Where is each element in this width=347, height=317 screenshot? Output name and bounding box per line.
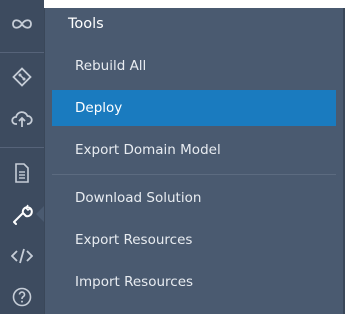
menu-divider [52,174,336,175]
menu-item-export-domain-model[interactable]: Export Domain Model [52,132,336,168]
side-rail [0,0,44,314]
help-icon[interactable] [0,277,44,317]
tools-menu: Tools Rebuild All Deploy Export Domain M… [44,8,345,314]
cloud-upload-icon[interactable] [0,99,44,139]
menu-title: Tools [68,16,104,32]
menu-item-download-solution[interactable]: Download Solution [52,180,336,216]
menu-item-rebuild-all[interactable]: Rebuild All [52,48,336,84]
rail-divider [0,52,44,53]
menu-item-import-resources[interactable]: Import Resources [52,264,336,300]
document-icon[interactable] [0,153,44,193]
menu-item-export-resources[interactable]: Export Resources [52,222,336,258]
git-icon[interactable] [0,57,44,97]
menu-item-deploy[interactable]: Deploy [52,90,336,126]
code-icon[interactable] [0,236,44,276]
rail-divider [0,147,44,148]
active-indicator [36,206,44,222]
infinity-icon[interactable] [0,4,44,44]
